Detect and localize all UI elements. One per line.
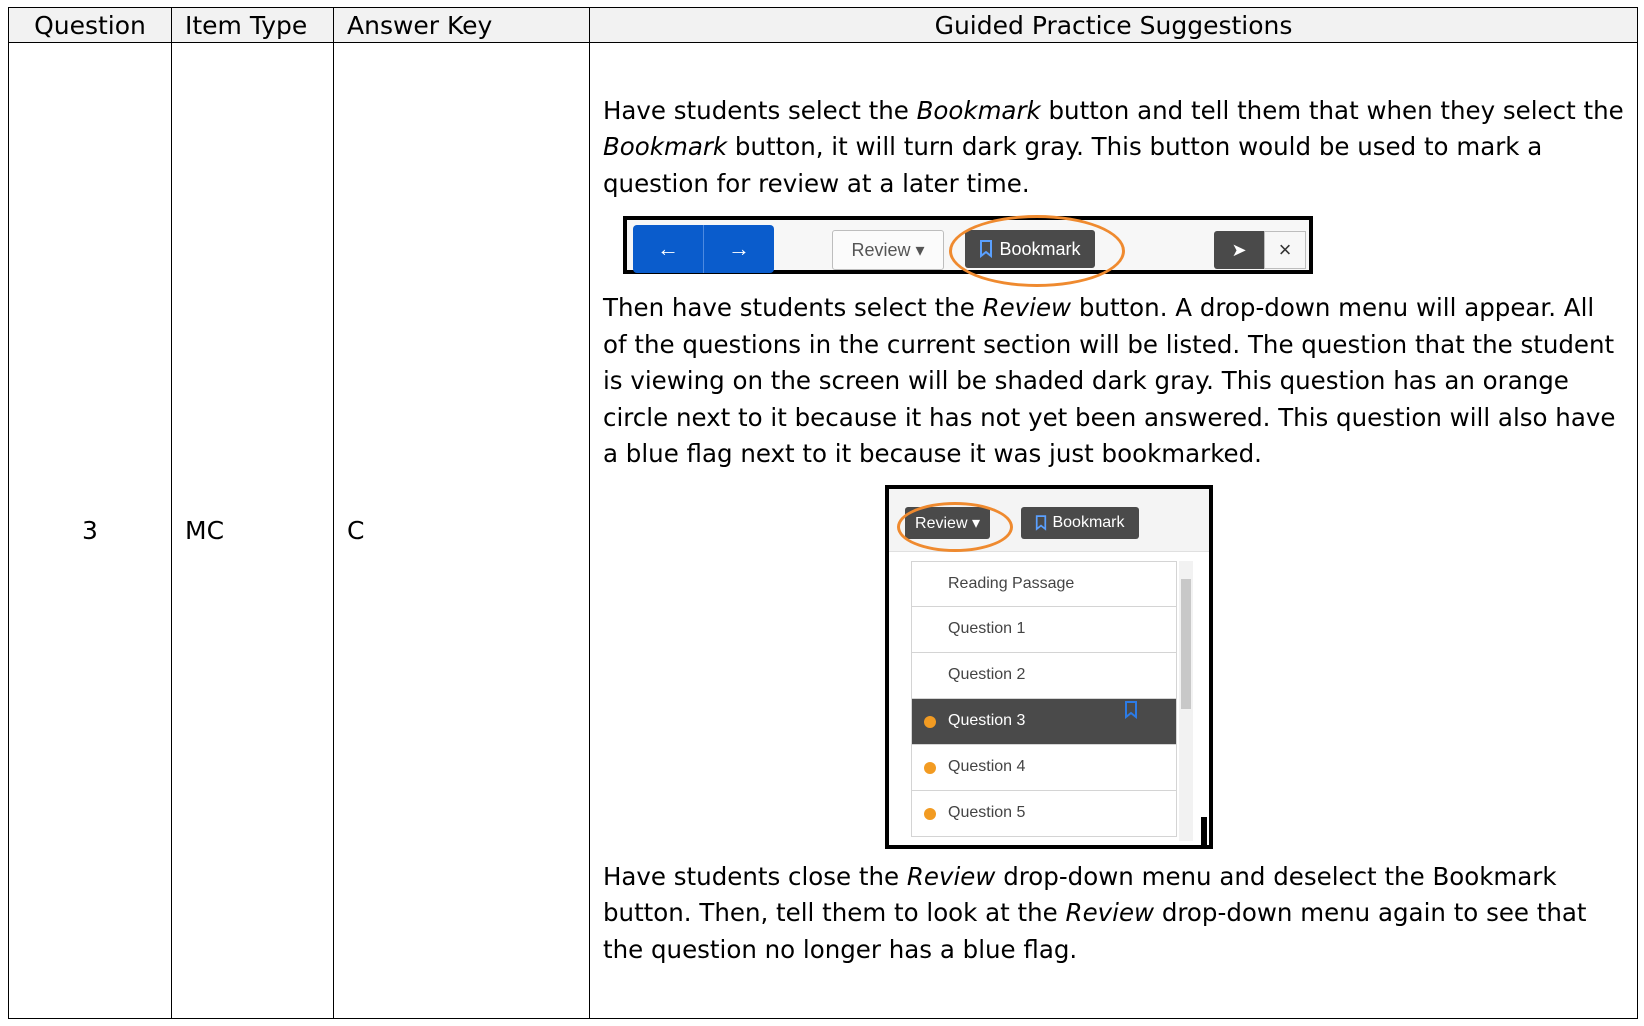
list-item-label: Question 1 bbox=[948, 620, 1026, 638]
review-menu-screenshot: Review ▾ Bookmark Reading Passage Questio… bbox=[885, 484, 1213, 849]
list-item: Question 3 bbox=[911, 698, 1177, 745]
paragraph-review: Then have students select the Review but… bbox=[603, 293, 1616, 469]
review-list: Reading Passage Question 1 Question 2 Quest… bbox=[911, 560, 1177, 837]
table-header-row: Question Item Type Answer Key Guided Pra… bbox=[8, 7, 1638, 43]
list-item: Reading Passage bbox=[911, 560, 1177, 607]
arrow-left-icon: ← bbox=[633, 225, 704, 274]
list-item-label: Question 4 bbox=[948, 758, 1026, 776]
list-item-label: Question 3 bbox=[948, 712, 1026, 730]
cell-answer-key: C bbox=[333, 42, 590, 1019]
pointer-icon: ➤ bbox=[1214, 231, 1264, 270]
paragraph-close-review: Have students close the Review drop-down… bbox=[603, 861, 1587, 964]
header-question: Question bbox=[8, 7, 172, 43]
unanswered-dot-icon bbox=[924, 761, 936, 774]
unanswered-dot-icon bbox=[924, 715, 936, 728]
list-item: Question 5 bbox=[911, 790, 1177, 837]
arrow-right-icon: → bbox=[704, 225, 774, 274]
toolbar-screenshot: ← → Review ▾ Bookmark ➤ × bbox=[623, 215, 1313, 288]
bookmark-label: Bookmark bbox=[1052, 513, 1125, 531]
close-icon: × bbox=[1264, 231, 1306, 270]
unanswered-dot-icon bbox=[924, 807, 936, 820]
header-item-type: Item Type bbox=[171, 7, 334, 43]
cell-item-type: MC bbox=[171, 42, 334, 1019]
list-item: Question 2 bbox=[911, 652, 1177, 699]
bookmark-button-image: Bookmark bbox=[1021, 506, 1139, 539]
list-item-label: Reading Passage bbox=[948, 574, 1075, 592]
cell-question-number: 3 bbox=[8, 42, 172, 1019]
header-guided-practice: Guided Practice Suggestions bbox=[589, 7, 1638, 43]
border-edge bbox=[1201, 816, 1207, 845]
list-item: Question 1 bbox=[911, 606, 1177, 653]
highlight-circle bbox=[949, 215, 1125, 288]
list-item-label: Question 2 bbox=[948, 666, 1026, 684]
list-item-label: Question 5 bbox=[948, 804, 1026, 822]
table-row: 3 MC C Have students select the Bookmark… bbox=[8, 42, 1638, 1019]
scrollbar-thumb bbox=[1181, 578, 1191, 709]
bookmark-flag-icon bbox=[1125, 700, 1137, 719]
cell-guided-practice: Have students select the Bookmark button… bbox=[589, 42, 1638, 1019]
header-answer-key: Answer Key bbox=[333, 7, 590, 43]
bookmark-icon bbox=[1036, 515, 1047, 531]
review-button-image: Review ▾ bbox=[832, 230, 944, 271]
highlight-circle bbox=[897, 501, 1013, 552]
guided-practice-table: Question Item Type Answer Key Guided Pra… bbox=[8, 7, 1638, 1019]
paragraph-bookmark: Have students select the Bookmark button… bbox=[603, 95, 1624, 198]
list-item: Question 4 bbox=[911, 744, 1177, 791]
